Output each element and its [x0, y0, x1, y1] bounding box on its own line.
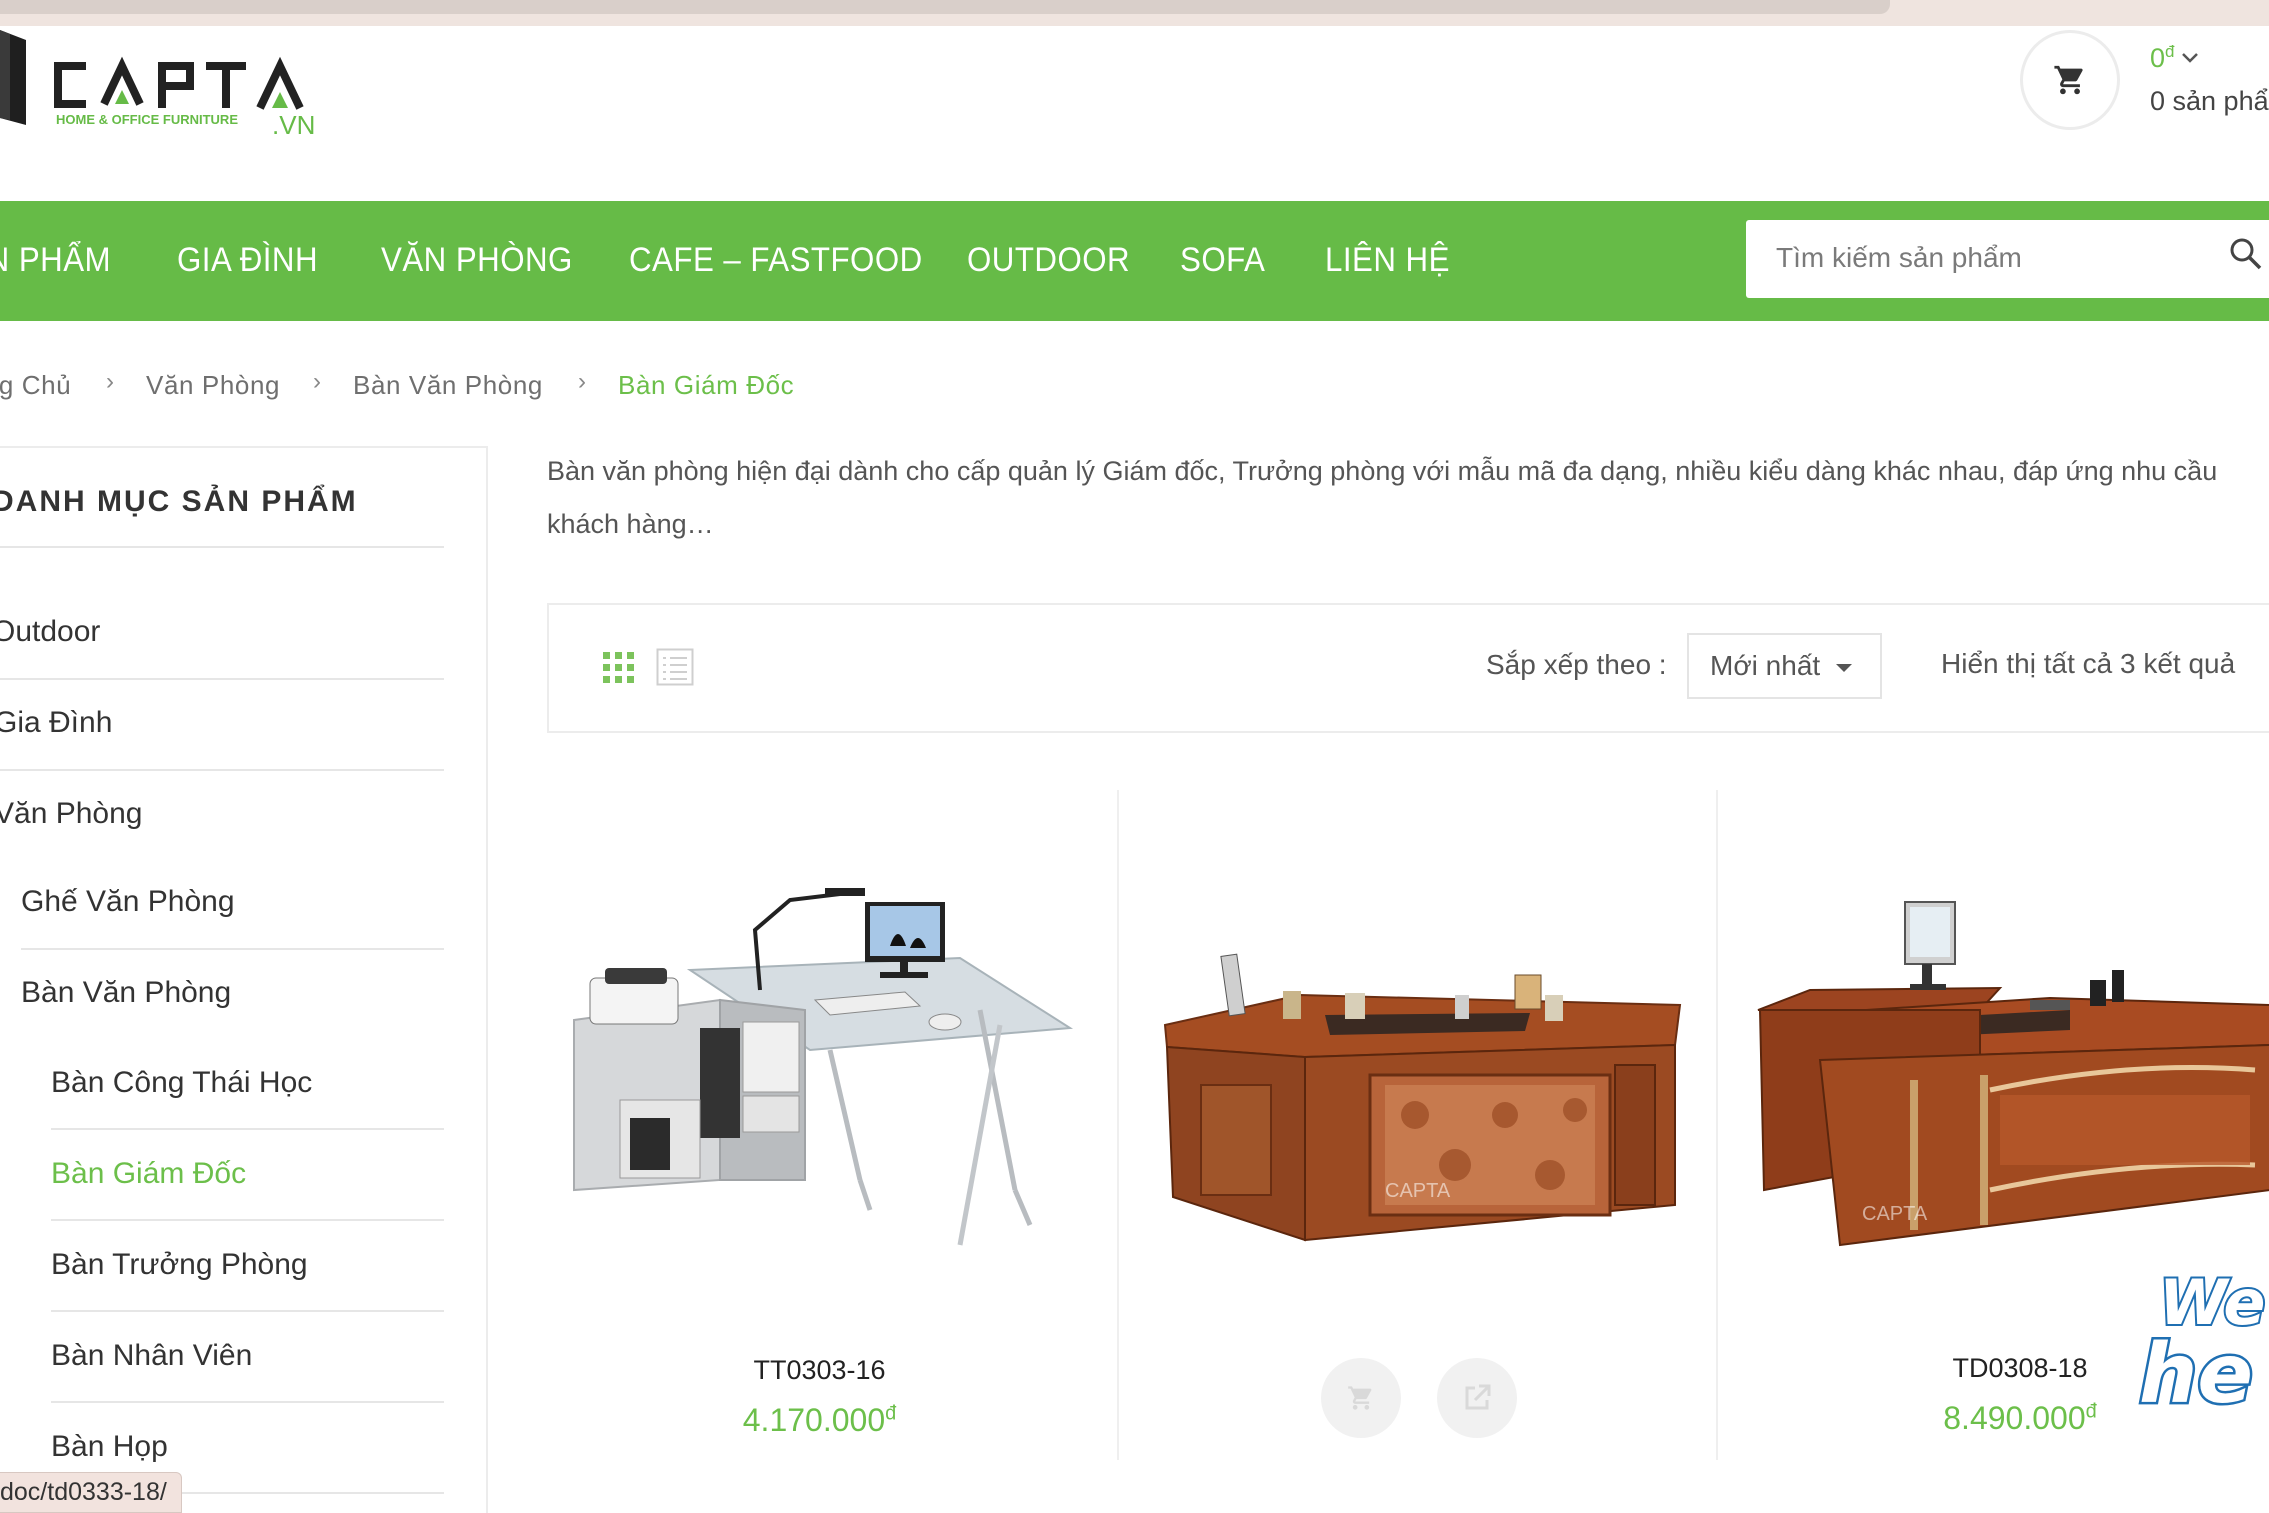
logo-suffix: .VN: [272, 110, 315, 140]
product-image[interactable]: CAPTA: [1155, 935, 1685, 1245]
divider: [51, 1128, 444, 1130]
sidebar-item-ban-nhan-vien[interactable]: Bàn Nhân Viên: [51, 1339, 252, 1373]
divider: [0, 769, 444, 771]
cart-item-count: 0 sản phẩm: [2150, 86, 2269, 116]
divider: [51, 1219, 444, 1221]
breadcrumb-separator: ›: [106, 368, 114, 395]
cart-currency: đ: [2165, 42, 2175, 61]
sidebar-item-ban-truong-phong[interactable]: Bàn Trưởng Phòng: [51, 1248, 308, 1282]
breadcrumb-separator: ›: [313, 368, 321, 395]
description-line-1: Bàn văn phòng hiện đại dành cho cấp quản…: [547, 456, 2218, 486]
sort-dropdown[interactable]: Mới nhất: [1687, 633, 1882, 699]
sidebar-item-ban-hop[interactable]: Bàn Họp: [51, 1430, 168, 1464]
sidebar-item-gia-dinh[interactable]: Gia Đình: [0, 706, 112, 740]
product-price-value: 4.170.000: [742, 1402, 886, 1438]
nav-item-van-phong[interactable]: VĂN PHÒNG: [381, 241, 573, 280]
nav-item-lien-he[interactable]: LIÊN HỆ: [1325, 241, 1450, 280]
breadcrumb-ban-van-phong[interactable]: Bàn Văn Phòng: [353, 370, 543, 401]
nav-item-sofa[interactable]: SOFA: [1180, 241, 1265, 280]
sidebar-item-van-phong[interactable]: Văn Phòng: [0, 797, 142, 831]
chevron-down-icon: [2181, 53, 2198, 63]
sidebar-item-ban-cong-thai-hoc[interactable]: Bàn Công Thái Học: [51, 1066, 312, 1100]
product-image[interactable]: CAPTA: [1750, 890, 2269, 1260]
view-product-button[interactable]: [1437, 1358, 1517, 1438]
product-watermark: CAPTA: [1862, 1203, 1928, 1225]
list-view-icon[interactable]: [656, 648, 694, 686]
divider: [1716, 790, 1718, 1460]
divider: [51, 1310, 444, 1312]
product-watermark: CAPTA: [1385, 1180, 1451, 1202]
divider: [0, 546, 444, 548]
product-image[interactable]: [560, 850, 1080, 1250]
capta-logo[interactable]: HOME & OFFICE FURNITURE .VN: [0, 30, 340, 150]
product-name[interactable]: TT0303-16: [702, 1355, 937, 1386]
external-link-icon: [1465, 1384, 1491, 1410]
divider: [21, 948, 444, 950]
grid-view-icon[interactable]: [602, 651, 636, 685]
product-price: 4.170.000đ: [702, 1402, 937, 1439]
divider: [51, 1401, 444, 1403]
product-name[interactable]: TD0308-18: [1900, 1353, 2140, 1384]
sidebar-title: DANH MỤC SẢN PHẨM: [0, 485, 358, 518]
help-badge-text-2: he: [2139, 1327, 2253, 1420]
divider: [1117, 790, 1119, 1460]
cart-button[interactable]: [2020, 30, 2120, 130]
sidebar-item-ban-van-phong[interactable]: Bàn Văn Phòng: [21, 976, 231, 1010]
nav-item-outdoor[interactable]: OUTDOOR: [967, 241, 1130, 280]
cart-icon: [2054, 65, 2083, 95]
sort-value: Mới nhất: [1710, 650, 1821, 681]
sort-label: Sắp xếp theo :: [1486, 649, 1667, 680]
sidebar-item-outdoor[interactable]: Outdoor: [0, 615, 100, 649]
nav-item-cafe-fastfood[interactable]: CAFE – FASTFOOD: [629, 241, 923, 280]
sidebar-item-ban-giam-doc[interactable]: Bàn Giám Đốc: [51, 1157, 246, 1191]
nav-item-san-pham[interactable]: SẢN PHẨM: [0, 241, 111, 280]
search-box: [1746, 220, 2269, 298]
breadcrumb-van-phong[interactable]: Văn Phòng: [146, 370, 280, 401]
search-input[interactable]: [1776, 240, 2206, 276]
add-to-cart-button[interactable]: [1321, 1358, 1401, 1438]
page-root: HOME & OFFICE FURNITURE .VN 0đ 0 sản phẩ…: [0, 0, 2269, 1513]
nav-item-gia-dinh[interactable]: GIA ĐÌNH: [177, 241, 318, 280]
result-count: Hiển thị tất cả 3 kết quả: [1941, 648, 2236, 679]
add-to-cart-icon: [1348, 1386, 1372, 1410]
description-line-2: khách hàng…: [547, 509, 714, 539]
divider: [0, 678, 444, 680]
sidebar-item-ghe-van-phong[interactable]: Ghế Văn Phòng: [21, 885, 235, 919]
product-price-currency: đ: [885, 1402, 897, 1425]
breadcrumb-separator: ›: [578, 368, 586, 395]
category-description: Bàn văn phòng hiện đại dành cho cấp quản…: [547, 445, 2269, 551]
browser-tab-strip: [0, 0, 2269, 26]
product-price-value: 8.490.000: [1943, 1400, 2086, 1436]
caret-down-icon: [1836, 664, 1853, 672]
cart-total[interactable]: 0đ: [2150, 42, 2199, 74]
product-price: 8.490.000đ: [1900, 1400, 2140, 1437]
logo-tagline: HOME & OFFICE FURNITURE: [56, 112, 238, 127]
product-price-currency: đ: [2085, 1400, 2097, 1423]
breadcrumb-home[interactable]: Trang Chủ: [0, 370, 71, 401]
cart-price-value: 0: [2150, 43, 2166, 73]
status-bar-url: doc/td0333-18/: [0, 1472, 182, 1513]
search-icon[interactable]: [2228, 236, 2264, 272]
chat-help-badge[interactable]: We he: [2135, 1260, 2269, 1420]
breadcrumb-current: Bàn Giám Đốc: [618, 370, 795, 400]
